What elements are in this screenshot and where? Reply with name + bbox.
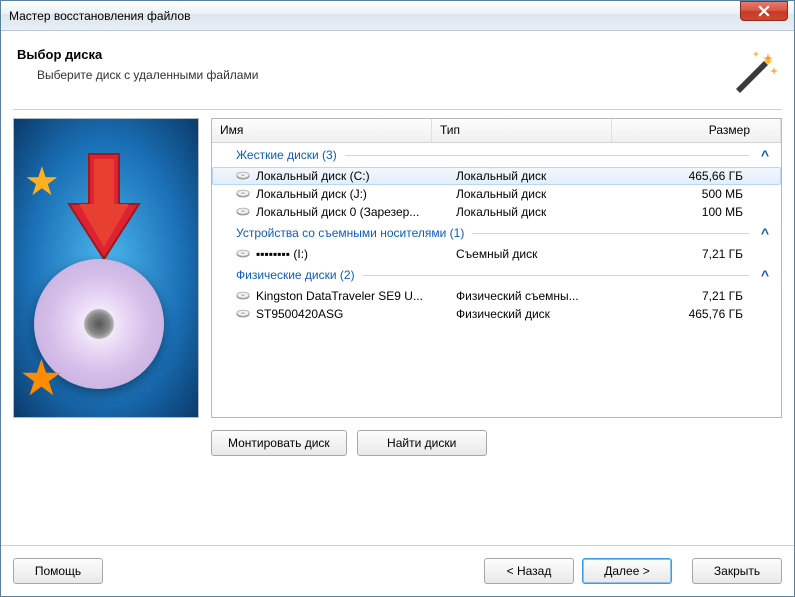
chevron-up-icon[interactable]: ^ — [757, 267, 773, 283]
footer: Помощь < Назад Далее > Закрыть — [1, 545, 794, 596]
group-line — [345, 155, 749, 156]
disk-name: Локальный диск (C:) — [256, 169, 456, 183]
star-icon: ★ — [24, 159, 60, 205]
group-line — [363, 275, 749, 276]
wizard-illustration: ★ ★ — [13, 118, 199, 418]
disk-row[interactable]: ▪▪▪▪▪▪▪▪ (I:)Съемный диск7,21 ГБ — [212, 245, 781, 263]
disk-size: 7,21 ГБ — [636, 289, 773, 303]
disk-type: Физический съемны... — [456, 289, 636, 303]
content-area: Выбор диска Выберите диск с удаленными ф… — [1, 31, 794, 545]
page-subtitle: Выберите диск с удаленными файлами — [17, 68, 730, 82]
disk-icon — [236, 169, 252, 183]
close-button[interactable] — [740, 1, 788, 21]
column-type[interactable]: Тип — [432, 119, 612, 142]
group-header[interactable]: Физические диски (2) ^ — [212, 263, 781, 287]
titlebar: Мастер восстановления файлов — [1, 1, 794, 31]
action-buttons: Монтировать диск Найти диски — [211, 430, 782, 456]
next-button[interactable]: Далее > — [582, 558, 672, 584]
wizard-header: Выбор диска Выберите диск с удаленными ф… — [13, 41, 782, 109]
disk-row[interactable]: Локальный диск 0 (Зарезер...Локальный ди… — [212, 203, 781, 221]
disk-type: Физический диск — [456, 307, 636, 321]
disk-row[interactable]: ST9500420ASGФизический диск465,76 ГБ — [212, 305, 781, 323]
group-header[interactable]: Жесткие диски (3) ^ — [212, 143, 781, 167]
star-icon: ★ — [19, 349, 64, 407]
disk-icon — [236, 289, 252, 303]
arrow-down-icon — [64, 149, 144, 269]
disk-row[interactable]: Локальный диск (C:)Локальный диск465,66 … — [212, 167, 781, 185]
table-header: Имя Тип Размер — [212, 119, 781, 143]
group-header[interactable]: Устройства со съемными носителями (1) ^ — [212, 221, 781, 245]
window: Мастер восстановления файлов Выбор диска… — [0, 0, 795, 597]
close-button[interactable]: Закрыть — [692, 558, 782, 584]
disk-type: Локальный диск — [456, 169, 636, 183]
group-line — [472, 233, 749, 234]
window-title: Мастер восстановления файлов — [9, 9, 740, 23]
disk-size: 500 МБ — [636, 187, 773, 201]
disk-row[interactable]: Kingston DataTraveler SE9 U...Физический… — [212, 287, 781, 305]
mount-disk-button[interactable]: Монтировать диск — [211, 430, 347, 456]
disk-type: Локальный диск — [456, 205, 636, 219]
close-icon — [758, 5, 770, 17]
disk-name: Kingston DataTraveler SE9 U... — [256, 289, 456, 303]
disk-icon — [236, 205, 252, 219]
disk-icon — [236, 307, 252, 321]
disk-size: 100 МБ — [636, 205, 773, 219]
column-size[interactable]: Размер — [612, 119, 781, 142]
disk-icon — [236, 247, 252, 261]
disk-name: Локальный диск 0 (Зарезер... — [256, 205, 456, 219]
chevron-up-icon[interactable]: ^ — [757, 225, 773, 241]
divider — [13, 109, 782, 110]
back-button[interactable]: < Назад — [484, 558, 574, 584]
group-label: Жесткие диски (3) — [236, 148, 337, 162]
disk-table: Имя Тип Размер Жесткие диски (3) ^ Локальн… — [211, 118, 782, 418]
page-title: Выбор диска — [17, 47, 730, 62]
disk-name: Локальный диск (J:) — [256, 187, 456, 201]
group-label: Физические диски (2) — [236, 268, 355, 282]
disk-size: 465,76 ГБ — [636, 307, 773, 321]
disk-type: Съемный диск — [456, 247, 636, 261]
main-section: ★ ★ Имя Тип Размер Жесткие диски (3) ^ Лок… — [13, 118, 782, 535]
disk-name: ST9500420ASG — [256, 307, 456, 321]
chevron-up-icon[interactable]: ^ — [757, 147, 773, 163]
disk-row[interactable]: Локальный диск (J:)Локальный диск500 МБ — [212, 185, 781, 203]
wizard-wand-icon — [730, 47, 778, 95]
group-label: Устройства со съемными носителями (1) — [236, 226, 464, 240]
find-disks-button[interactable]: Найти диски — [357, 430, 487, 456]
disk-size: 7,21 ГБ — [636, 247, 773, 261]
column-name[interactable]: Имя — [212, 119, 432, 142]
disk-type: Локальный диск — [456, 187, 636, 201]
disk-size: 465,66 ГБ — [636, 169, 773, 183]
disk-icon — [236, 187, 252, 201]
help-button[interactable]: Помощь — [13, 558, 103, 584]
table-body: Жесткие диски (3)^Локальный диск (C:)Лок… — [212, 143, 781, 417]
disk-name: ▪▪▪▪▪▪▪▪ (I:) — [256, 247, 456, 261]
disk-list-panel: Имя Тип Размер Жесткие диски (3) ^ Локальн… — [211, 118, 782, 535]
